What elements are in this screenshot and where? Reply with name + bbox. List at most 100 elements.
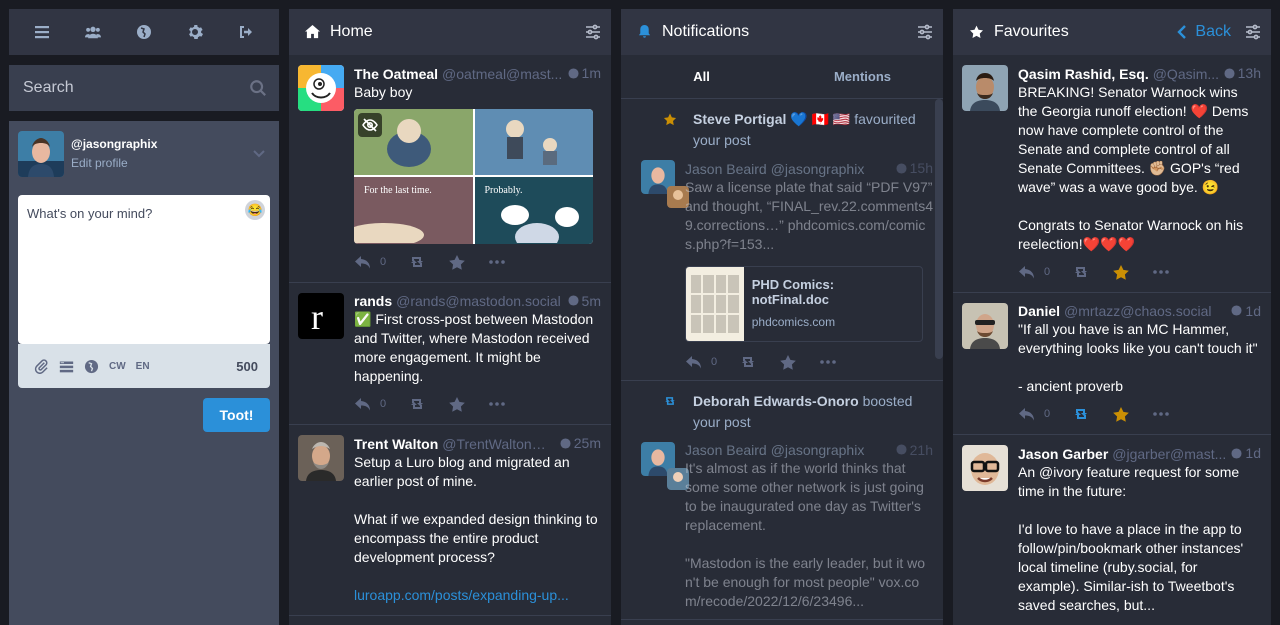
scrollbar[interactable]	[935, 99, 943, 359]
status-item[interactable]: r rands @rands@mastodon.social 5m ✅ Firs…	[289, 283, 611, 425]
status-time[interactable]: 5m	[568, 293, 601, 309]
notification-actor[interactable]: Deborah Edwards-Onoro	[693, 393, 859, 409]
favourites-column: Favourites Back Qasim Rashid, Esq. @Qasi…	[953, 9, 1271, 625]
back-button[interactable]: Back	[1177, 23, 1231, 41]
status-author[interactable]: rands	[354, 293, 392, 309]
compose-toolbar: CW EN 500	[18, 344, 270, 388]
status-link[interactable]: luroapp.com/posts/expanding-up...	[354, 587, 569, 603]
reply-button[interactable]: 0	[685, 354, 717, 370]
status-author[interactable]: Qasim Rashid, Esq.	[1018, 66, 1149, 82]
boost-button[interactable]	[739, 354, 757, 370]
avatar[interactable]	[18, 130, 64, 177]
avatar[interactable]	[962, 302, 1008, 349]
avatar[interactable]	[298, 65, 344, 111]
status-time[interactable]: 13h	[1224, 65, 1261, 81]
logout-icon[interactable]	[236, 22, 256, 42]
star-icon	[663, 111, 685, 132]
favourite-button[interactable]	[448, 254, 466, 270]
notifications-header[interactable]: Notifications	[621, 9, 943, 55]
avatar[interactable]	[962, 65, 1008, 111]
toot-button[interactable]: Toot!	[203, 398, 270, 432]
favourite-button[interactable]	[448, 396, 466, 412]
status-time[interactable]: 1d	[1231, 303, 1261, 319]
more-button[interactable]	[488, 254, 506, 270]
status-time[interactable]: 25m	[560, 435, 601, 451]
more-button[interactable]	[488, 396, 506, 412]
status-item[interactable]: Daniel @mrtazz@chaos.social 1d "If all y…	[953, 293, 1271, 435]
visibility-globe-icon[interactable]	[84, 359, 99, 374]
status-author[interactable]: Daniel	[1018, 303, 1060, 319]
star-icon	[1113, 407, 1129, 422]
boost-button[interactable]	[1072, 406, 1090, 422]
media-gallery[interactable]: For the last time. Probably.	[354, 108, 593, 244]
status-author[interactable]: Jason Garber	[1018, 446, 1108, 462]
reply-button[interactable]: 0	[354, 396, 386, 412]
status-item[interactable]: Trent Walton @TrentWalton@... 25m Setup …	[289, 425, 611, 616]
boost-button[interactable]	[1072, 264, 1090, 280]
tab-all[interactable]: All	[621, 55, 782, 98]
more-button[interactable]	[1152, 264, 1170, 280]
compose-textarea[interactable]: What's on your mind? 😂	[18, 195, 270, 344]
reply-button[interactable]: 0	[1018, 264, 1050, 280]
boost-button[interactable]	[408, 254, 426, 270]
avatar[interactable]	[298, 435, 344, 481]
status-content: "If all you have is an MC Hammer, everyt…	[1018, 320, 1261, 396]
notification-status[interactable]: Jason Beaird @jasongraphix 21h It's almo…	[633, 441, 933, 612]
tab-mentions[interactable]: Mentions	[782, 55, 943, 98]
status-text: Congrats to Senator Warnock on his reele…	[1018, 216, 1244, 252]
status-item[interactable]: Qasim Rashid, Esq. @Qasim... 13h BREAKIN…	[953, 55, 1271, 293]
avatar[interactable]	[962, 445, 1008, 491]
boost-button[interactable]	[408, 396, 426, 412]
globe-icon	[568, 295, 579, 306]
reply-icon	[1019, 265, 1034, 278]
reply-button[interactable]: 0	[354, 254, 386, 270]
status-author[interactable]: The Oatmeal	[354, 66, 438, 82]
cw-button[interactable]: CW	[109, 361, 126, 372]
home-header[interactable]: Home	[289, 9, 611, 55]
profile-row: @jasongraphix Edit profile	[18, 130, 270, 177]
status-author[interactable]: Trent Walton	[354, 436, 438, 452]
reply-icon	[355, 398, 370, 411]
edit-profile-link[interactable]: Edit profile	[71, 156, 157, 170]
poll-icon[interactable]	[59, 359, 74, 374]
gear-icon[interactable]	[185, 22, 205, 42]
notification-item[interactable]: Deborah Edwards-Onoro boosted your post …	[621, 381, 943, 620]
favourite-button[interactable]	[779, 354, 797, 370]
notification-item[interactable]: Steve Portigal 💙 🇨🇦 🇺🇸 favourited your p…	[621, 99, 943, 381]
menu-icon[interactable]	[32, 22, 52, 42]
search-input[interactable]: Search	[23, 79, 74, 97]
sliders-icon[interactable]	[585, 24, 601, 40]
status-time-label: 1d	[1245, 445, 1261, 461]
sliders-icon[interactable]	[1245, 24, 1261, 40]
status-author[interactable]: Jason Beaird	[685, 442, 767, 458]
status-item[interactable]: The Oatmeal @oatmeal@mast... 1m Baby boy…	[289, 55, 611, 283]
reply-button[interactable]: 0	[1018, 406, 1050, 422]
avatar[interactable]: r	[298, 292, 344, 339]
chevron-down-icon[interactable]	[252, 146, 266, 160]
more-button[interactable]	[1152, 406, 1170, 422]
status-item[interactable]: Jason Garber @jgarber@mast... 1d An @ivo…	[953, 435, 1271, 625]
language-button[interactable]: EN	[136, 361, 150, 372]
attach-icon[interactable]	[34, 358, 49, 374]
ellipsis-icon	[1153, 269, 1169, 274]
eye-slash-icon[interactable]	[358, 112, 382, 137]
favourite-button[interactable]	[1112, 264, 1130, 280]
notification-actor[interactable]: Steve Portigal 💙 🇨🇦 🇺🇸	[693, 111, 850, 127]
emoji-picker-icon[interactable]: 😂	[245, 200, 265, 220]
more-button[interactable]	[819, 354, 837, 370]
favourite-button[interactable]	[1112, 406, 1130, 422]
status-time[interactable]: 15h	[896, 160, 933, 176]
status-time[interactable]: 1d	[1231, 445, 1261, 461]
status-time[interactable]: 21h	[896, 442, 933, 458]
people-icon[interactable]	[83, 22, 103, 42]
notification-status[interactable]: Jason Beaird @jasongraphix 15h Saw a lic…	[633, 160, 933, 372]
status-time[interactable]: 1m	[568, 65, 601, 81]
search-box[interactable]: Search	[9, 65, 279, 111]
sliders-icon[interactable]	[917, 24, 933, 40]
favourites-header[interactable]: Favourites Back	[953, 9, 1271, 55]
reply-count: 0	[1044, 408, 1051, 420]
status-author[interactable]: Jason Beaird	[685, 161, 767, 177]
link-card[interactable]: PHD Comics: notFinal.doc phdcomics.com	[685, 265, 923, 342]
globe-icon[interactable]	[134, 22, 154, 42]
column-title: Notifications	[662, 23, 750, 40]
